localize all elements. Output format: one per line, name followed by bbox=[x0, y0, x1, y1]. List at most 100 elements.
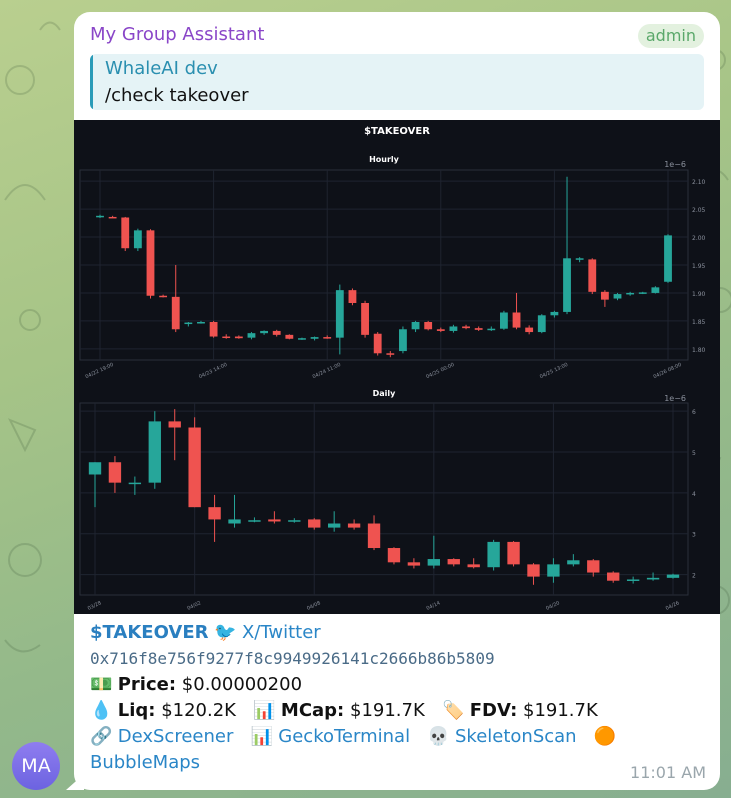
candle-body bbox=[487, 541, 500, 568]
x-tick-label: 04/22 19:00 bbox=[85, 362, 115, 380]
candle-body bbox=[613, 294, 622, 299]
candle-body bbox=[268, 519, 281, 522]
candle-body bbox=[348, 290, 357, 303]
candle-body bbox=[209, 322, 218, 337]
geckoterminal-link[interactable]: GeckoTerminal bbox=[278, 726, 410, 747]
figure-title: $TAKEOVER bbox=[364, 126, 430, 137]
candle-body bbox=[638, 292, 647, 294]
liq-label: Liq: bbox=[117, 700, 156, 721]
candle-body bbox=[567, 560, 580, 565]
message-bubble[interactable]: My Group Assistant admin WhaleAI dev /ch… bbox=[74, 12, 720, 790]
liq-value: $120.2K bbox=[161, 700, 236, 721]
y-scale-note: 1e−6 bbox=[664, 160, 686, 169]
candle-body bbox=[234, 336, 243, 339]
ticker-symbol: $TAKEOVER bbox=[90, 622, 209, 643]
candle-body bbox=[327, 523, 341, 528]
candle-body bbox=[347, 523, 361, 528]
candle-body bbox=[373, 333, 382, 354]
candle-body bbox=[467, 564, 480, 568]
candle-body bbox=[228, 519, 241, 524]
x-tick-label: 04/02 bbox=[186, 600, 202, 612]
candle-body bbox=[626, 292, 635, 295]
y-tick-label: 5 bbox=[692, 450, 696, 457]
candle-body bbox=[399, 329, 407, 352]
panel-title: Daily bbox=[373, 389, 397, 398]
candle-body bbox=[310, 337, 319, 339]
candle-body bbox=[386, 353, 395, 355]
contract-address[interactable]: 0x716f8e756f9277f8c9949926141c2666b86b58… bbox=[90, 649, 495, 668]
candle-body bbox=[146, 230, 155, 296]
y-tick-label: 2 bbox=[692, 573, 696, 580]
candle-body bbox=[260, 330, 269, 334]
avatar[interactable]: MA bbox=[12, 742, 60, 790]
candle-body bbox=[525, 327, 534, 333]
candle-body bbox=[474, 328, 483, 330]
skeletonscan-link[interactable]: SkeletonScan bbox=[455, 726, 577, 747]
price-label: Price: bbox=[117, 674, 177, 695]
candle-body bbox=[108, 216, 117, 219]
skull-icon: 💀 bbox=[427, 726, 450, 747]
twitter-link[interactable]: X/Twitter bbox=[242, 622, 321, 643]
candle-body bbox=[547, 564, 560, 577]
link-icon: 🔗 bbox=[90, 726, 113, 747]
candle-body bbox=[436, 329, 445, 331]
candle-body bbox=[171, 296, 180, 330]
role-badge: admin bbox=[637, 24, 704, 48]
chart-image[interactable]: $TAKEOVER Hourly 1e−6 1.80 1.85 1.90 1.95 2.00 2… bbox=[74, 120, 720, 614]
candle-body bbox=[121, 217, 130, 249]
message-header: My Group Assistant admin bbox=[90, 24, 704, 50]
candle-body bbox=[550, 311, 559, 316]
candle-body bbox=[587, 560, 600, 573]
bubblemaps-link[interactable]: BubbleMaps bbox=[90, 752, 200, 773]
y-tick-label: 4 bbox=[692, 491, 696, 498]
candle-body bbox=[664, 235, 672, 282]
sender-name[interactable]: My Group Assistant bbox=[90, 24, 264, 45]
x-tick-label: 04/24 11:00 bbox=[312, 362, 342, 380]
candle-body bbox=[128, 482, 142, 485]
x-tick-label: 04/08 bbox=[306, 600, 322, 612]
candle-body bbox=[512, 312, 521, 328]
reply-text: /check takeover bbox=[105, 85, 249, 106]
candle-body bbox=[588, 259, 597, 292]
candle-body bbox=[108, 462, 122, 483]
y-scale-note: 1e−6 bbox=[664, 394, 686, 403]
candle-body bbox=[507, 541, 520, 565]
dexscreener-link[interactable]: DexScreener bbox=[118, 726, 234, 747]
candle-body bbox=[600, 291, 609, 300]
bird-icon: 🐦 bbox=[214, 622, 237, 643]
candle-body bbox=[487, 328, 496, 331]
candle-body bbox=[335, 290, 344, 338]
candle-body bbox=[411, 322, 420, 330]
candle-body bbox=[159, 295, 168, 298]
candle-body bbox=[407, 562, 421, 566]
candle-body bbox=[298, 338, 306, 340]
candle-body bbox=[285, 334, 294, 339]
fdv-label: FDV: bbox=[469, 700, 518, 721]
reply-preview[interactable]: WhaleAI dev /check takeover bbox=[90, 54, 704, 110]
candle-body bbox=[387, 548, 401, 563]
candle-body bbox=[462, 326, 470, 329]
candle-body bbox=[666, 574, 680, 578]
fdv-value: $191.7K bbox=[523, 700, 598, 721]
candle-body bbox=[651, 287, 660, 293]
money-icon: 💵 bbox=[90, 674, 113, 695]
candle-body bbox=[168, 421, 181, 428]
candle-body bbox=[607, 572, 620, 581]
candle-body bbox=[288, 520, 301, 522]
candle-body bbox=[563, 258, 571, 312]
candle-body bbox=[499, 312, 508, 329]
tag-icon: 🏷️ bbox=[441, 700, 465, 721]
candle-body bbox=[427, 559, 441, 566]
x-tick-label: 03/28 bbox=[87, 600, 103, 612]
candle-body bbox=[247, 333, 256, 338]
candle-body bbox=[646, 577, 660, 580]
price-value: $0.00000200 bbox=[181, 674, 303, 695]
bar-chart-icon: 📊 bbox=[253, 700, 276, 721]
candle-body bbox=[308, 519, 321, 528]
reply-accent-bar bbox=[90, 54, 93, 110]
mcap-label: MCap: bbox=[280, 700, 345, 721]
candle-body bbox=[197, 322, 205, 324]
x-tick-label: 04/26 bbox=[665, 600, 681, 612]
panel-title: Hourly bbox=[369, 155, 400, 164]
message-timestamp: 11:01 AM bbox=[630, 763, 706, 782]
